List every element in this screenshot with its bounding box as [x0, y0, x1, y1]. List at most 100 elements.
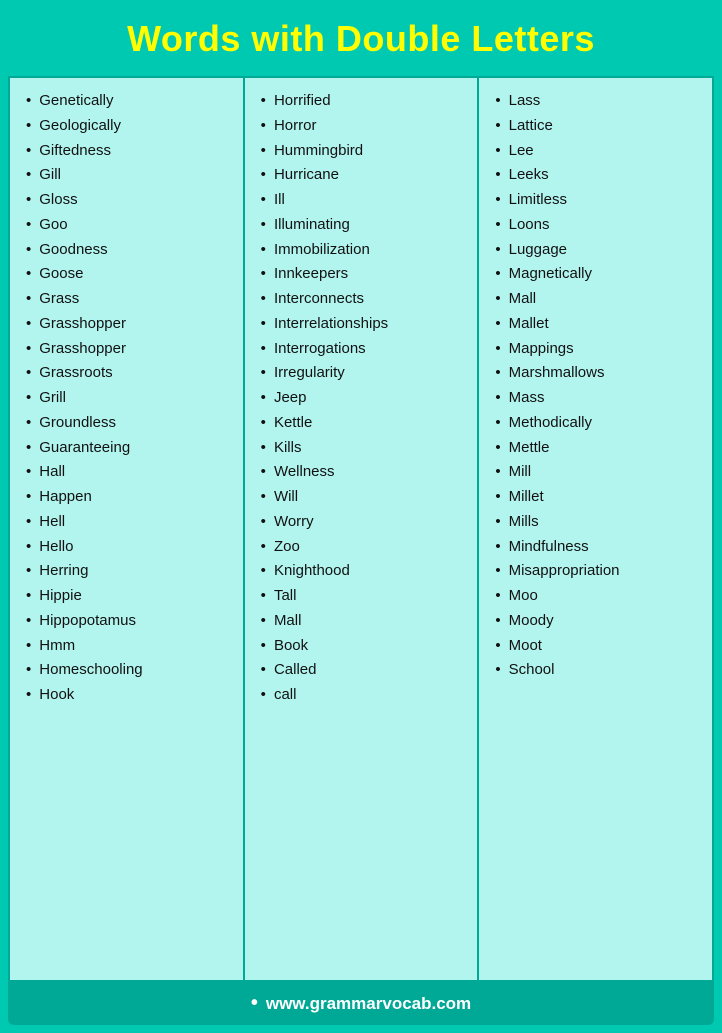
word-text: Mass — [509, 387, 545, 409]
list-item: Limitless — [495, 189, 704, 211]
word-text: Worry — [274, 511, 314, 533]
list-item: Mill — [495, 461, 704, 483]
word-text: Interrogations — [274, 338, 366, 360]
footer: • www.grammarvocab.com — [8, 982, 714, 1025]
word-text: Groundless — [39, 412, 116, 434]
list-item: Mall — [495, 288, 704, 310]
list-item: Luggage — [495, 239, 704, 261]
word-text: Leeks — [509, 164, 549, 186]
word-text: call — [274, 684, 297, 706]
word-text: Genetically — [39, 90, 113, 112]
list-item: School — [495, 659, 704, 681]
word-text: Book — [274, 635, 308, 657]
list-item: Irregularity — [261, 362, 470, 384]
list-item: Leeks — [495, 164, 704, 186]
word-text: Hall — [39, 461, 65, 483]
word-text: Ill — [274, 189, 285, 211]
list-item: Mappings — [495, 338, 704, 360]
word-text: Hummingbird — [274, 140, 363, 162]
word-text: Interrelationships — [274, 313, 388, 335]
list-item: Knighthood — [261, 560, 470, 582]
word-text: Gloss — [39, 189, 77, 211]
list-item: Zoo — [261, 536, 470, 558]
list-item: Innkeepers — [261, 263, 470, 285]
word-text: School — [509, 659, 555, 681]
word-text: Interconnects — [274, 288, 364, 310]
word-text: Grassroots — [39, 362, 112, 384]
word-text: Horror — [274, 115, 317, 137]
word-text: Moody — [509, 610, 554, 632]
list-item: Hello — [26, 536, 235, 558]
word-list-1: GeneticallyGeologicallyGiftednessGillGlo… — [26, 90, 235, 706]
word-text: Mill — [509, 461, 532, 483]
list-item: Kills — [261, 437, 470, 459]
list-item: Goo — [26, 214, 235, 236]
word-text: Irregularity — [274, 362, 345, 384]
column-2: Horrified Horror HummingbirdHurricane Ill Il… — [245, 78, 480, 980]
list-item: Horror — [261, 115, 470, 137]
word-text: Lee — [509, 140, 534, 162]
list-item: Goose — [26, 263, 235, 285]
list-item: Hurricane — [261, 164, 470, 186]
word-text: Hippie — [39, 585, 82, 607]
word-text: Geologically — [39, 115, 121, 137]
list-item: Tall — [261, 585, 470, 607]
list-item: Wellness — [261, 461, 470, 483]
word-text: Horrified — [274, 90, 331, 112]
list-item: Moot — [495, 635, 704, 657]
word-text: Grasshopper — [39, 338, 126, 360]
word-text: Grass — [39, 288, 79, 310]
list-item: Called — [261, 659, 470, 681]
list-item: Millet — [495, 486, 704, 508]
word-text: Zoo — [274, 536, 300, 558]
list-item: Interconnects — [261, 288, 470, 310]
list-item: Mallet — [495, 313, 704, 335]
word-text: Kills — [274, 437, 302, 459]
list-item: Grassroots — [26, 362, 235, 384]
list-item: Geologically — [26, 115, 235, 137]
list-item: Horrified — [261, 90, 470, 112]
list-item: Hook — [26, 684, 235, 706]
word-text: Homeschooling — [39, 659, 142, 681]
list-item: Gloss — [26, 189, 235, 211]
list-item: Jeep — [261, 387, 470, 409]
word-text: Moot — [509, 635, 542, 657]
list-item: Mettle — [495, 437, 704, 459]
word-text: Misappropriation — [509, 560, 620, 582]
list-item: Mass — [495, 387, 704, 409]
list-item: Lattice — [495, 115, 704, 137]
list-item: call — [261, 684, 470, 706]
list-item: Groundless — [26, 412, 235, 434]
word-text: Herring — [39, 560, 88, 582]
list-item: Goodness — [26, 239, 235, 261]
list-item: Guaranteeing — [26, 437, 235, 459]
word-text: Goo — [39, 214, 67, 236]
list-item: Grill — [26, 387, 235, 409]
list-item: Lee — [495, 140, 704, 162]
list-item: Lass — [495, 90, 704, 112]
list-item: Ill — [261, 189, 470, 211]
list-item: Grasshopper — [26, 313, 235, 335]
word-text: Illuminating — [274, 214, 350, 236]
word-text: Will — [274, 486, 298, 508]
word-list-3: Lass Lattice LeeLeeks Limitless Loons Luggage… — [495, 90, 704, 681]
list-item: Loons — [495, 214, 704, 236]
list-item: Happen — [26, 486, 235, 508]
word-text: Guaranteeing — [39, 437, 130, 459]
list-item: Grass — [26, 288, 235, 310]
list-item: Hall — [26, 461, 235, 483]
column-1: GeneticallyGeologicallyGiftednessGillGlo… — [10, 78, 245, 980]
word-text: Mallet — [509, 313, 549, 335]
word-text: Loons — [509, 214, 550, 236]
list-item: Gill — [26, 164, 235, 186]
column-3: Lass Lattice LeeLeeks Limitless Loons Luggage… — [479, 78, 712, 980]
list-item: Hippopotamus — [26, 610, 235, 632]
list-item: Interrelationships — [261, 313, 470, 335]
word-text: Marshmallows — [509, 362, 605, 384]
word-text: Magnetically — [509, 263, 592, 285]
word-text: Lass — [509, 90, 541, 112]
word-text: Grasshopper — [39, 313, 126, 335]
word-text: Mettle — [509, 437, 550, 459]
word-text: Methodically — [509, 412, 592, 434]
list-item: Genetically — [26, 90, 235, 112]
